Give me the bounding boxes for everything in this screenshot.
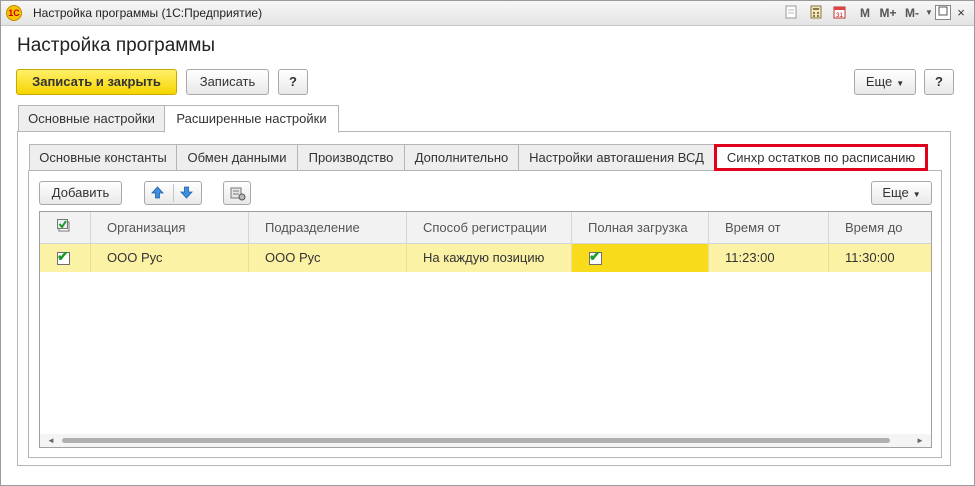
title-bar: 1С Настройка программы (1С:Предприятие) … [1, 1, 974, 26]
calendar-icon[interactable]: 31 [831, 5, 847, 21]
button-divider [173, 184, 174, 202]
col-header-full-load[interactable]: Полная загрузка [571, 212, 708, 243]
subtab-main-constants[interactable]: Основные константы [29, 144, 177, 171]
save-button[interactable]: Записать [186, 69, 269, 95]
subtab-data-exchange[interactable]: Обмен данными [176, 144, 298, 171]
table-row[interactable]: ✔ ООО Рус ООО Рус На каждую позицию ✔ 11… [40, 244, 931, 272]
list-settings-icon [230, 186, 246, 204]
svg-text:31: 31 [836, 13, 843, 19]
add-button[interactable]: Добавить [39, 181, 122, 205]
help-button[interactable]: ? [278, 69, 308, 95]
cell-full-load[interactable]: ✔ [571, 244, 708, 272]
more-label: Еще [865, 74, 893, 89]
row-active-checkbox[interactable]: ✔ [57, 248, 70, 266]
memory-minus-icon[interactable]: M- [903, 5, 921, 21]
subtab-production[interactable]: Производство [297, 144, 405, 171]
subtab-additional[interactable]: Дополнительно [404, 144, 519, 171]
window-title: Настройка программы (1С:Предприятие) [33, 6, 263, 20]
cell-department[interactable]: ООО Рус [248, 244, 406, 272]
checkmark-icon: ✔ [589, 248, 601, 265]
subtab-auto-cancel-vsd[interactable]: Настройки автогашения ВСД [518, 144, 715, 171]
app-window: 1С Настройка программы (1С:Предприятие) … [0, 0, 975, 486]
more-button[interactable]: Еще ▼ [854, 69, 916, 95]
help-button-right[interactable]: ? [924, 69, 954, 95]
memory-plus-icon[interactable]: M+ [879, 5, 897, 21]
cell-time-to[interactable]: 11:30:00 [828, 244, 931, 272]
scroll-left-icon[interactable]: ◄ [47, 436, 55, 445]
subtab-sync-by-schedule[interactable]: Синхр остатков по расписанию [714, 144, 928, 171]
col-header-department[interactable]: Подразделение [248, 212, 406, 243]
memory-m-icon[interactable]: M [858, 5, 872, 21]
window-menu-arrow-icon[interactable]: ▼ [924, 5, 934, 21]
move-down-icon[interactable] [179, 186, 193, 200]
minimize-button[interactable] [935, 5, 951, 20]
col-header-time-from[interactable]: Время от [708, 212, 828, 243]
check-all-icon [57, 219, 70, 232]
table-header: Организация Подразделение Способ регистр… [40, 212, 931, 244]
move-up-icon[interactable] [150, 186, 164, 200]
table-more-button[interactable]: Еще ▼ [871, 181, 932, 205]
calculator-icon[interactable] [808, 5, 824, 21]
save-and-close-button[interactable]: Записать и закрыть [16, 69, 177, 95]
col-header-time-to[interactable]: Время до [828, 212, 931, 243]
header-check-all[interactable] [40, 212, 90, 243]
tab-main-settings[interactable]: Основные настройки [18, 105, 165, 132]
move-buttons-group [144, 181, 202, 205]
row-active-cell[interactable]: ✔ [40, 244, 90, 272]
cell-organization[interactable]: ООО Рус [90, 244, 248, 272]
scroll-right-icon[interactable]: ► [916, 436, 924, 445]
scroll-thumb[interactable] [62, 438, 890, 443]
chevron-down-icon: ▼ [912, 190, 921, 199]
settings-list-button[interactable] [223, 181, 251, 205]
schedule-table: Организация Подразделение Способ регистр… [39, 211, 932, 448]
table-more-label: Еще [882, 185, 909, 200]
1c-logo-icon[interactable]: 1С [6, 5, 22, 21]
full-load-checkbox[interactable]: ✔ [589, 248, 602, 266]
col-header-registration-method[interactable]: Способ регистрации [406, 212, 571, 243]
checkmark-icon: ✔ [57, 248, 69, 265]
chevron-down-icon: ▼ [896, 79, 905, 88]
cell-time-from[interactable]: 11:23:00 [708, 244, 828, 272]
cell-registration-method[interactable]: На каждую позицию [406, 244, 571, 272]
tab-extended-settings[interactable]: Расширенные настройки [164, 105, 339, 133]
horizontal-scrollbar[interactable]: ◄ ► [40, 434, 931, 447]
col-header-organization[interactable]: Организация [90, 212, 248, 243]
page-title: Настройка программы [17, 35, 216, 56]
close-window-button[interactable]: × [953, 5, 969, 20]
document-icon[interactable] [783, 5, 799, 21]
